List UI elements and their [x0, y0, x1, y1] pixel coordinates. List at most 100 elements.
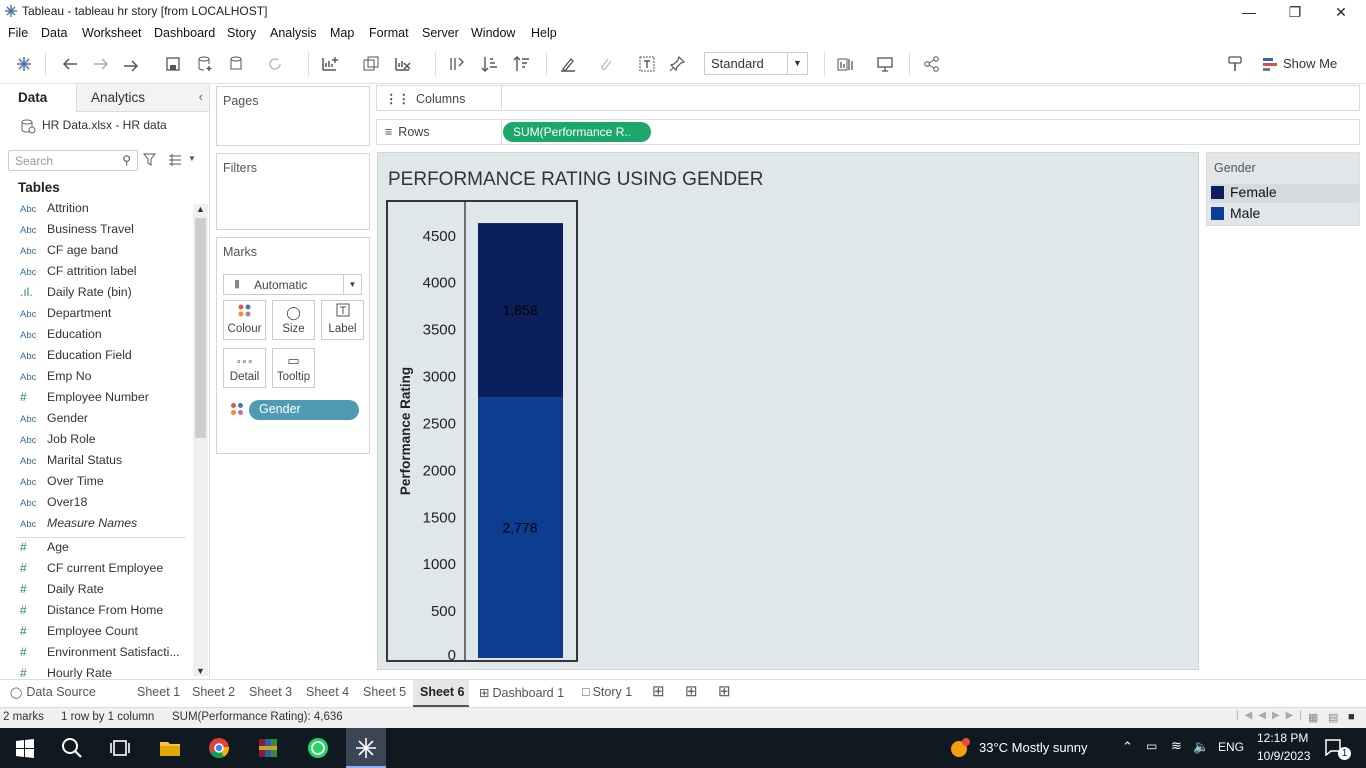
field-item[interactable]: Abc Measure Names — [20, 516, 137, 537]
volume-icon[interactable]: 🔈 — [1193, 739, 1209, 755]
tab-sheet-2[interactable]: Sheet 2 — [192, 685, 235, 699]
clock-time[interactable]: 12:18 PM — [1257, 731, 1308, 745]
field-list-scrollbar[interactable]: ▲ ▼ — [193, 204, 208, 676]
new-dashboard-tab-icon[interactable]: ⊞ — [685, 682, 698, 700]
menu-server[interactable]: Server — [422, 26, 459, 40]
pause-updates-icon[interactable] — [226, 54, 248, 74]
replay-icon[interactable] — [120, 54, 142, 74]
sort-ascending-icon[interactable] — [479, 54, 501, 74]
field-item[interactable]: Abc Education — [20, 327, 102, 348]
scroll-down-icon[interactable]: ▼ — [196, 666, 205, 676]
menu-file[interactable]: File — [8, 26, 28, 40]
sort-descending-icon[interactable] — [511, 54, 533, 74]
redo-icon[interactable] — [90, 54, 112, 74]
wifi-icon[interactable]: ≋ — [1171, 738, 1182, 754]
new-story-tab-icon[interactable]: ⊞ — [718, 682, 731, 700]
filter-icon[interactable] — [143, 153, 156, 166]
rows-measure-pill[interactable]: SUM(Performance R.. — [503, 122, 651, 142]
share-icon[interactable] — [921, 54, 943, 74]
size-button[interactable]: ◯ Size — [272, 300, 315, 340]
tab-sheet-4[interactable]: Sheet 4 — [306, 685, 349, 699]
show-cards-icon[interactable] — [834, 54, 856, 74]
field-item[interactable]: Abc Over18 — [20, 495, 87, 516]
swap-rows-columns-icon[interactable] — [446, 54, 468, 74]
close-button[interactable]: ✕ — [1318, 0, 1364, 24]
clear-sheet-icon[interactable] — [392, 54, 414, 74]
field-item[interactable]: Abc Over Time — [20, 474, 104, 495]
tableau-home-icon[interactable] — [13, 54, 35, 74]
show-hidden-icons-icon[interactable]: ⌃ — [1122, 739, 1133, 755]
tab-analytics[interactable]: Analytics ‹ — [76, 84, 209, 112]
show-labels-icon[interactable] — [636, 54, 658, 74]
windows-start-icon[interactable] — [12, 736, 38, 760]
field-item[interactable]: Abc Gender — [20, 411, 88, 432]
legend-item-female[interactable]: Female — [1211, 184, 1359, 203]
winrar-icon[interactable] — [255, 736, 281, 760]
minimize-button[interactable]: — — [1226, 0, 1272, 24]
weather-text[interactable]: 33°C Mostly sunny — [979, 740, 1088, 755]
sheet-nav-arrows[interactable]: |◀◀▶▶| — [1236, 710, 1308, 721]
tabs-view-icon[interactable]: ■ — [1348, 711, 1355, 723]
search-input[interactable]: Search ⚲ — [8, 150, 138, 171]
fit-mode-select[interactable]: Standard ▼ — [704, 52, 808, 75]
restore-button[interactable]: ❐ — [1272, 0, 1318, 24]
field-item[interactable]: Abc Business Travel — [20, 222, 134, 243]
tab-data[interactable]: Data — [0, 84, 76, 112]
duplicate-sheet-icon[interactable] — [360, 54, 382, 74]
legend-item-male[interactable]: Male — [1211, 205, 1359, 224]
taskbar-tableau-app[interactable] — [346, 728, 386, 768]
scroll-up-icon[interactable]: ▲ — [196, 204, 205, 214]
fix-axes-icon[interactable] — [666, 54, 688, 74]
view-dropdown-icon[interactable]: ▼ — [188, 154, 196, 163]
tab-sheet-3[interactable]: Sheet 3 — [249, 685, 292, 699]
menu-format[interactable]: Format — [369, 26, 409, 40]
tab-sheet-6[interactable]: Sheet 6 — [413, 680, 469, 707]
menu-window[interactable]: Window — [471, 26, 515, 40]
clock-date[interactable]: 10/9/2023 — [1257, 749, 1310, 763]
filmstrip-icon[interactable]: ▤ — [1328, 711, 1338, 724]
gender-colour-pill[interactable]: Gender — [249, 400, 359, 420]
field-item[interactable]: # Age — [20, 540, 69, 561]
tab-data-source[interactable]: ◯ Data Source — [10, 685, 96, 699]
task-view-icon[interactable] — [107, 736, 133, 760]
sheet-sorter-icon[interactable]: ▦ — [1308, 711, 1318, 724]
tab-dashboard-1[interactable]: ⊞ Dashboard 1 — [479, 685, 564, 700]
menu-map[interactable]: Map — [330, 26, 354, 40]
whatsapp-icon[interactable] — [305, 736, 331, 760]
tooltip-button[interactable]: ▭ Tooltip — [272, 348, 315, 388]
new-datasource-icon[interactable] — [194, 54, 216, 74]
menu-help[interactable]: Help — [531, 26, 557, 40]
gender-legend[interactable]: Gender Female Male — [1206, 152, 1360, 226]
group-members-icon[interactable] — [594, 54, 616, 74]
label-button[interactable]: Label — [321, 300, 364, 340]
chrome-icon[interactable] — [206, 736, 232, 760]
save-icon[interactable] — [162, 54, 184, 74]
field-item[interactable]: Abc CF age band — [20, 243, 118, 264]
datasource-name[interactable]: HR Data.xlsx - HR data — [42, 118, 167, 132]
field-item[interactable]: Abc CF attrition label — [20, 264, 137, 285]
menu-story[interactable]: Story — [227, 26, 256, 40]
new-worksheet-tab-icon[interactable]: ⊞ — [652, 682, 665, 700]
field-item[interactable]: Abc Education Field — [20, 348, 132, 369]
menu-data[interactable]: Data — [41, 26, 67, 40]
undo-icon[interactable] — [59, 54, 81, 74]
pages-card[interactable]: Pages — [216, 86, 370, 146]
view-list-icon[interactable] — [168, 154, 182, 166]
highlight-icon[interactable] — [557, 54, 579, 74]
field-item[interactable]: Abc Job Role — [20, 432, 96, 453]
field-item[interactable]: Abc Marital Status — [20, 453, 122, 474]
battery-icon[interactable]: ▭ — [1146, 739, 1157, 753]
tab-story-1[interactable]: □ Story 1 — [582, 685, 632, 699]
field-item[interactable]: Abc Emp No — [20, 369, 91, 390]
weather-sunny-icon[interactable] — [948, 737, 972, 759]
format-painter-icon[interactable] — [1224, 54, 1246, 74]
field-item[interactable]: # Environment Satisfacti... — [20, 645, 180, 666]
field-item[interactable]: # Employee Number — [20, 390, 149, 411]
presentation-mode-icon[interactable] — [874, 54, 896, 74]
columns-shelf[interactable]: ⋮⋮ Columns — [376, 85, 1360, 111]
menu-dashboard[interactable]: Dashboard — [154, 26, 215, 40]
search-icon[interactable] — [59, 736, 85, 760]
menu-analysis[interactable]: Analysis — [270, 26, 317, 40]
tab-sheet-1[interactable]: Sheet 1 — [137, 685, 180, 699]
field-item[interactable]: # CF current Employee — [20, 561, 163, 582]
